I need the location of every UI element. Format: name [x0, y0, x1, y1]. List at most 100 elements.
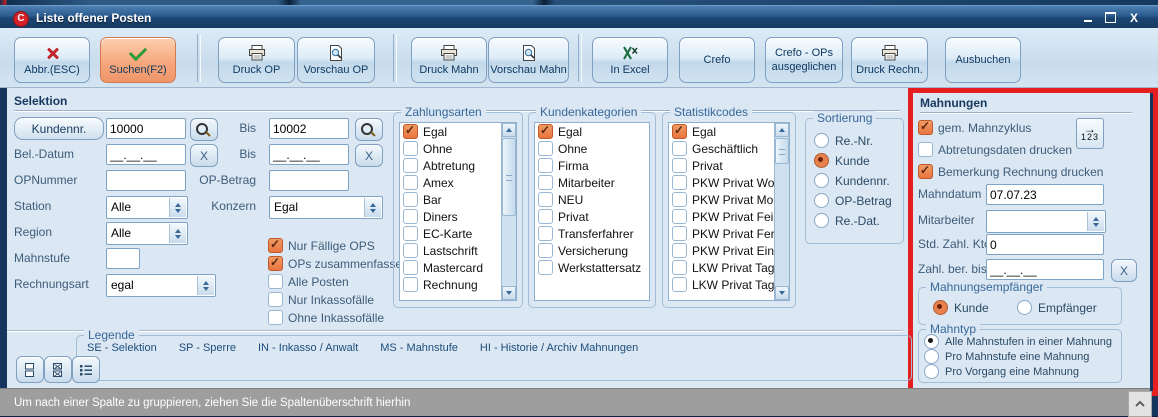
- print-op-button[interactable]: Druck OP: [218, 37, 295, 83]
- mitarbeiter-select[interactable]: [986, 210, 1106, 233]
- list-item[interactable]: LKW Privat Tages: [669, 276, 774, 293]
- checkbox-nur-faellige-ops[interactable]: Nur Fällige OPS: [268, 238, 375, 253]
- list-item[interactable]: PKW Privat Feiertag: [669, 208, 774, 225]
- checkbox-icon[interactable]: [403, 124, 418, 139]
- checkbox-icon[interactable]: [403, 192, 418, 207]
- checkbox-icon[interactable]: [403, 158, 418, 173]
- checkbox-ops-zusammenfassen[interactable]: OPs zusammenfassen: [268, 256, 409, 271]
- view-unchecked-button[interactable]: [16, 356, 44, 383]
- radio-icon[interactable]: [924, 334, 939, 349]
- radio-re-dat[interactable]: Re.-Dat.: [814, 213, 880, 228]
- checkbox-icon[interactable]: [403, 175, 418, 190]
- maximize-button[interactable]: [1102, 11, 1118, 24]
- scroll-thumb[interactable]: [775, 138, 789, 164]
- checkbox-icon[interactable]: [918, 142, 933, 157]
- beldatum-to-clear-button[interactable]: [355, 144, 383, 167]
- list-item[interactable]: Lastschrift: [400, 242, 501, 259]
- list-item[interactable]: EC-Karte: [400, 225, 501, 242]
- list-item[interactable]: NEU: [535, 191, 649, 208]
- checkbox-icon[interactable]: [538, 226, 553, 241]
- spinner-icon[interactable]: [169, 198, 186, 217]
- radio-icon[interactable]: [814, 193, 829, 208]
- list-item[interactable]: Abtretung: [400, 157, 501, 174]
- radio-pro-vorgang[interactable]: Pro Vorgang eine Mahnung: [924, 364, 1079, 379]
- radio-icon[interactable]: [924, 364, 939, 379]
- checkbox-icon[interactable]: [268, 310, 283, 325]
- kundennr-to-search-button[interactable]: [355, 118, 383, 141]
- checkbox-icon[interactable]: [672, 124, 687, 139]
- checkbox-nur-inkassofaelle[interactable]: Nur Inkassofälle: [268, 292, 374, 307]
- radio-icon[interactable]: [1017, 300, 1032, 315]
- checkbox-icon[interactable]: [672, 226, 687, 241]
- checkbox-icon[interactable]: [538, 209, 553, 224]
- scroll-thumb[interactable]: [502, 138, 516, 216]
- checkbox-icon[interactable]: [672, 277, 687, 292]
- radio-kundennr[interactable]: Kundennr.: [814, 173, 890, 188]
- spinner-icon[interactable]: [364, 198, 381, 217]
- checkbox-alle-posten[interactable]: Alle Posten: [268, 274, 349, 289]
- checkbox-icon[interactable]: [538, 243, 553, 258]
- list-item[interactable]: Rechnung: [400, 276, 501, 293]
- radio-kunde[interactable]: Kunde: [814, 153, 870, 168]
- list-item[interactable]: PKW Privat Monats: [669, 191, 774, 208]
- list-item[interactable]: Ohne: [535, 140, 649, 157]
- kundennr-button[interactable]: Kundennr.: [14, 117, 104, 140]
- crefo-button[interactable]: Crefo: [679, 37, 755, 83]
- grid-scroll-up-button[interactable]: [1128, 391, 1152, 417]
- list-item[interactable]: PKW Privat Woche: [669, 174, 774, 191]
- checkbox-icon[interactable]: [403, 209, 418, 224]
- checkbox-bemerkung-rechnung[interactable]: Bemerkung Rechnung drucken: [918, 164, 1103, 179]
- export-excel-button[interactable]: In Excel: [592, 37, 668, 83]
- scroll-down-icon[interactable]: [775, 286, 789, 300]
- opbetrag-input[interactable]: [269, 170, 349, 191]
- list-item[interactable]: Versicherung: [535, 242, 649, 259]
- checkbox-icon[interactable]: [672, 243, 687, 258]
- scroll-down-icon[interactable]: [502, 286, 516, 300]
- scrollbar[interactable]: [501, 123, 516, 300]
- beldatum-from-input[interactable]: [106, 144, 186, 165]
- abort-button[interactable]: Abbr.(ESC): [14, 37, 90, 83]
- list-item[interactable]: Egal: [535, 123, 649, 140]
- checkbox-icon[interactable]: [538, 175, 553, 190]
- view-checked-button[interactable]: [44, 356, 72, 383]
- ausbuchen-button[interactable]: Ausbuchen: [945, 37, 1021, 83]
- checkbox-icon[interactable]: [403, 243, 418, 258]
- zahl-ber-bis-clear-button[interactable]: [1111, 259, 1137, 282]
- kundennr-to-input[interactable]: [269, 118, 349, 139]
- opnummer-input[interactable]: [106, 170, 186, 191]
- print-mahn-button[interactable]: Druck Mahn: [411, 37, 487, 83]
- crefo-ops-button[interactable]: Crefo - OPs ausgeglichen: [765, 37, 843, 83]
- list-item[interactable]: Bar: [400, 191, 501, 208]
- radio-icon[interactable]: [814, 133, 829, 148]
- list-item[interactable]: Egal: [400, 123, 501, 140]
- checkbox-icon[interactable]: [918, 164, 933, 179]
- list-item[interactable]: Ohne: [400, 140, 501, 157]
- print-rechn-button[interactable]: Druck Rechn.: [851, 37, 928, 83]
- radio-icon[interactable]: [924, 349, 939, 364]
- rechnungsart-select[interactable]: egal: [106, 274, 216, 297]
- list-item[interactable]: Diners: [400, 208, 501, 225]
- list-item[interactable]: Geschäftlich: [669, 140, 774, 157]
- radio-icon[interactable]: [814, 173, 829, 188]
- checkbox-icon[interactable]: [403, 141, 418, 156]
- radio-icon[interactable]: [933, 300, 948, 315]
- checkbox-icon[interactable]: [268, 274, 283, 289]
- close-button[interactable]: [1126, 11, 1142, 24]
- list-item[interactable]: Firma: [535, 157, 649, 174]
- list-item[interactable]: Mastercard: [400, 259, 501, 276]
- search-button[interactable]: Suchen(F2): [100, 37, 176, 83]
- list-item[interactable]: LKW Privat Tages: [669, 259, 774, 276]
- checkbox-icon[interactable]: [268, 238, 283, 253]
- radio-alle-mahnstufen[interactable]: Alle Mahnstufen in einer Mahnung: [924, 334, 1112, 349]
- mahnstufe-input[interactable]: [106, 248, 140, 269]
- checkbox-icon[interactable]: [268, 292, 283, 307]
- station-select[interactable]: Alle: [106, 196, 188, 219]
- checkbox-icon[interactable]: [918, 120, 933, 135]
- radio-empf-kunde[interactable]: Kunde: [933, 300, 989, 315]
- zahlungsarten-list[interactable]: Egal Ohne Abtretung Amex Bar Diners EC-K…: [399, 122, 517, 301]
- preview-op-button[interactable]: Vorschau OP: [297, 37, 375, 83]
- checkbox-icon[interactable]: [403, 277, 418, 292]
- radio-empf-empfaenger[interactable]: Empfänger: [1017, 300, 1097, 315]
- checkbox-icon[interactable]: [538, 158, 553, 173]
- beldatum-to-input[interactable]: [269, 144, 349, 165]
